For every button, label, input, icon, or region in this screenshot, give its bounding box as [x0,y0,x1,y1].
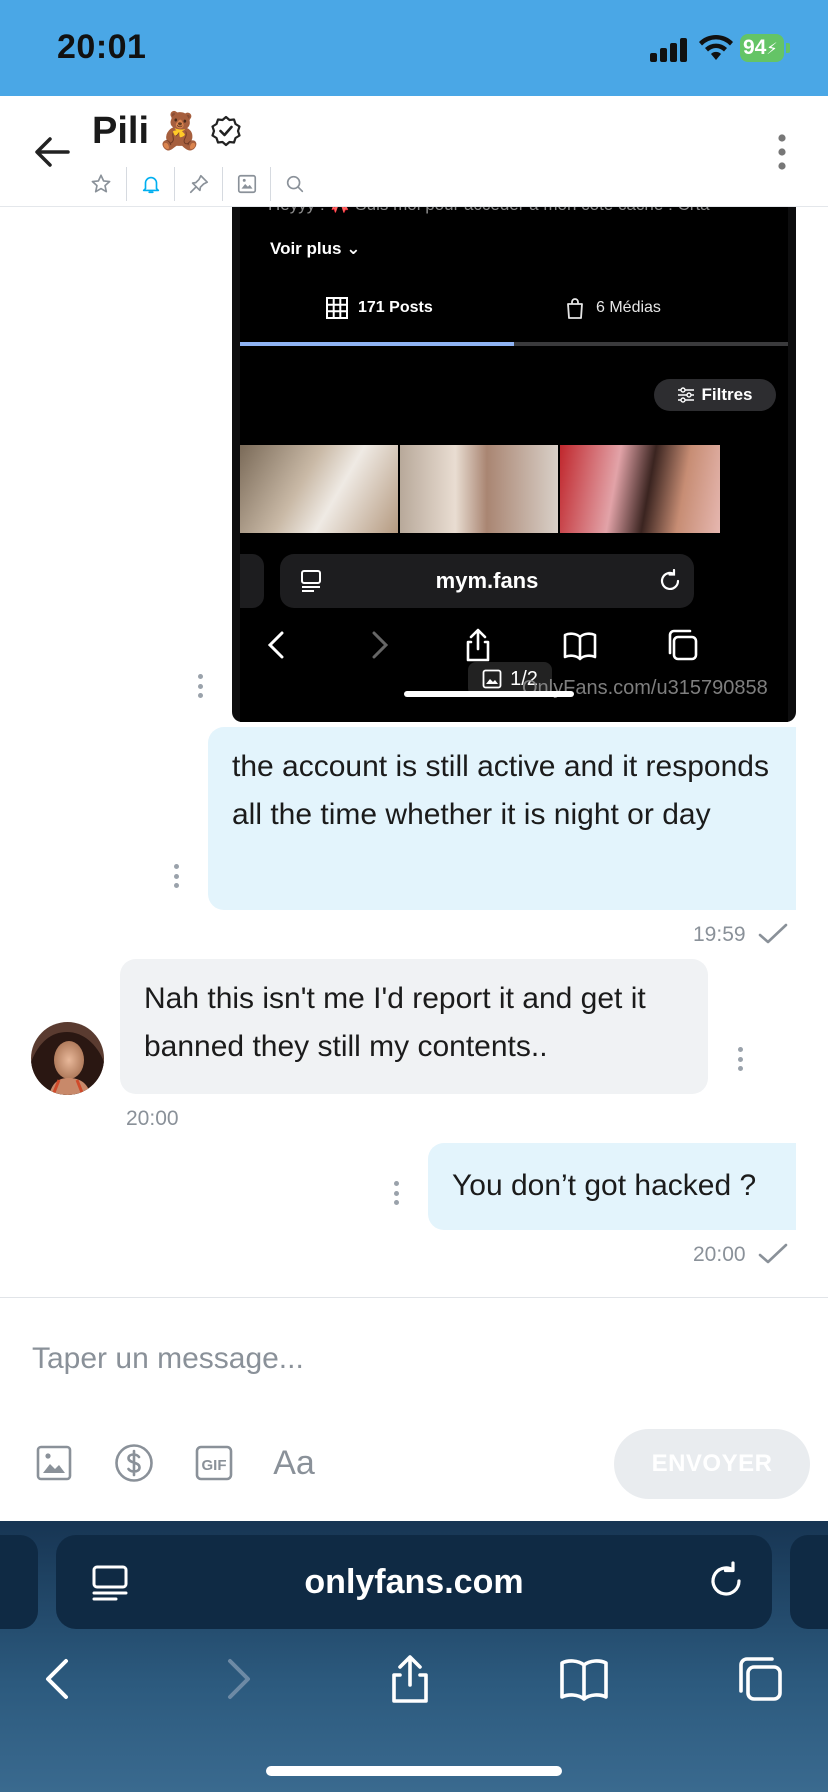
message-input[interactable]: Taper un message... [32,1342,304,1376]
more-options-icon[interactable] [772,130,792,174]
screenshot-image[interactable]: Heyyy ! 🎀 Suis moi pour accéder à mon cô… [240,207,788,722]
screenshot-voir-plus: Voir plus ⌄ [270,239,361,258]
message-time: 20:00 [126,1107,179,1130]
chat-header: Pili 🧸 [0,96,828,207]
text-format-button[interactable]: Aa [273,1443,315,1483]
screenshot-url-text: mym.fans [435,568,539,593]
notifications-button[interactable] [126,167,174,201]
screenshot-thumbnail-1 [240,445,398,533]
screenshot-home-indicator [404,691,574,697]
browser-url-bar[interactable]: onlyfans.com [56,1535,772,1629]
favorite-button[interactable] [90,167,126,201]
outgoing-message[interactable]: the account is still active and it respo… [208,727,796,910]
screenshot-url-bar: mym.fans [280,554,694,608]
star-icon [91,174,111,193]
chat-header-actions [90,164,318,204]
screenshot-thumbnail-2 [400,445,558,533]
wifi-icon [699,34,733,60]
pin-button[interactable] [174,167,222,201]
screenshot-bio-text: Heyyy ! 🎀 Suis moi pour accéder à mon cô… [268,207,710,215]
pin-icon [189,174,208,194]
message-composer: Taper un message... GIF Aa ENVOYER [0,1297,828,1521]
teddy-bear-emoji: 🧸 [157,110,202,151]
attach-media-button[interactable] [34,1443,74,1483]
battery-icon: 94⚡ [740,34,790,62]
reload-icon [660,569,680,590]
sent-check-icon [758,923,788,944]
browser-bookmarks-icon[interactable] [558,1653,610,1705]
incoming-message[interactable]: Nah this isn't me I'd report it and get … [120,959,708,1094]
screenshot-tab-indicator [240,342,514,346]
message-time: 19:59 [693,923,746,946]
message-text: Nah this isn't me I'd report it and get … [144,982,646,1063]
status-time: 20:01 [57,28,147,66]
message-text: You don’t got hacked ? [452,1169,757,1202]
gallery-button[interactable] [222,167,270,201]
chat-title[interactable]: Pili [92,110,149,153]
outgoing-message[interactable]: You don’t got hacked ? [428,1143,796,1230]
back-arrow-icon[interactable] [30,130,74,174]
screenshot-posts-tab: 171 Posts [326,297,433,319]
gif-icon: GIF [195,1445,233,1481]
bell-icon [142,176,159,194]
gif-button[interactable]: GIF [194,1443,234,1483]
screenshot-filter-button: Filtres [654,379,776,411]
browser-toolbar: onlyfans.com [0,1521,828,1792]
search-messages-button[interactable] [270,167,318,201]
image-icon [237,174,256,194]
sliders-icon [678,387,695,403]
message-options-button[interactable] [737,1047,743,1071]
shopping-bag-icon [567,298,583,319]
screenshot-share-icon [466,628,490,662]
set-price-button[interactable] [114,1443,154,1483]
browser-share-icon[interactable] [384,1653,436,1705]
screenshot-tabs-icon [668,629,698,661]
screenshot-back-icon [267,631,284,659]
avatar-image [31,1022,104,1095]
text-format-icon: Aa [273,1443,315,1482]
grid-icon [326,297,348,319]
screenshot-prev-tab [240,554,264,608]
verified-badge-icon [211,115,241,147]
svg-text:GIF: GIF [202,1457,227,1474]
screenshot-forward-icon [372,631,389,659]
cellular-signal-icon [650,38,690,62]
screenshot-thumbnail-3 [560,445,720,533]
screenshot-bookmarks-icon [563,632,597,661]
browser-next-tab[interactable] [790,1535,828,1629]
send-button[interactable]: ENVOYER [614,1429,810,1499]
message-options-button[interactable] [393,1181,399,1205]
image-icon [482,669,502,689]
image-icon [36,1445,72,1481]
search-icon [286,175,303,193]
sent-check-icon [758,1243,788,1264]
message-options-button[interactable] [197,674,203,698]
browser-url-text: onlyfans.com [304,1563,524,1601]
message-time: 20:00 [693,1243,746,1266]
chat-title-row[interactable]: Pili 🧸 [92,106,242,156]
avatar[interactable] [31,1022,104,1095]
message-text: the account is still active and it respo… [232,750,769,831]
browser-tabs-icon[interactable] [734,1653,786,1705]
image-message[interactable]: Heyyy ! 🎀 Suis moi pour accéder à mon cô… [232,207,796,722]
browser-back-icon[interactable] [34,1653,86,1705]
battery-level: 94 [743,36,767,59]
status-bar: 20:01 94⚡ [0,0,828,96]
message-options-button[interactable] [173,864,179,888]
dollar-icon [115,1444,153,1482]
composer-tools: GIF Aa [34,1438,315,1488]
reload-icon[interactable] [706,1561,746,1601]
browser-prev-tab[interactable] [0,1535,38,1629]
home-indicator [266,1766,562,1776]
browser-forward-icon[interactable] [210,1653,262,1705]
screenshot-media-tab: 6 Médias [564,297,661,319]
